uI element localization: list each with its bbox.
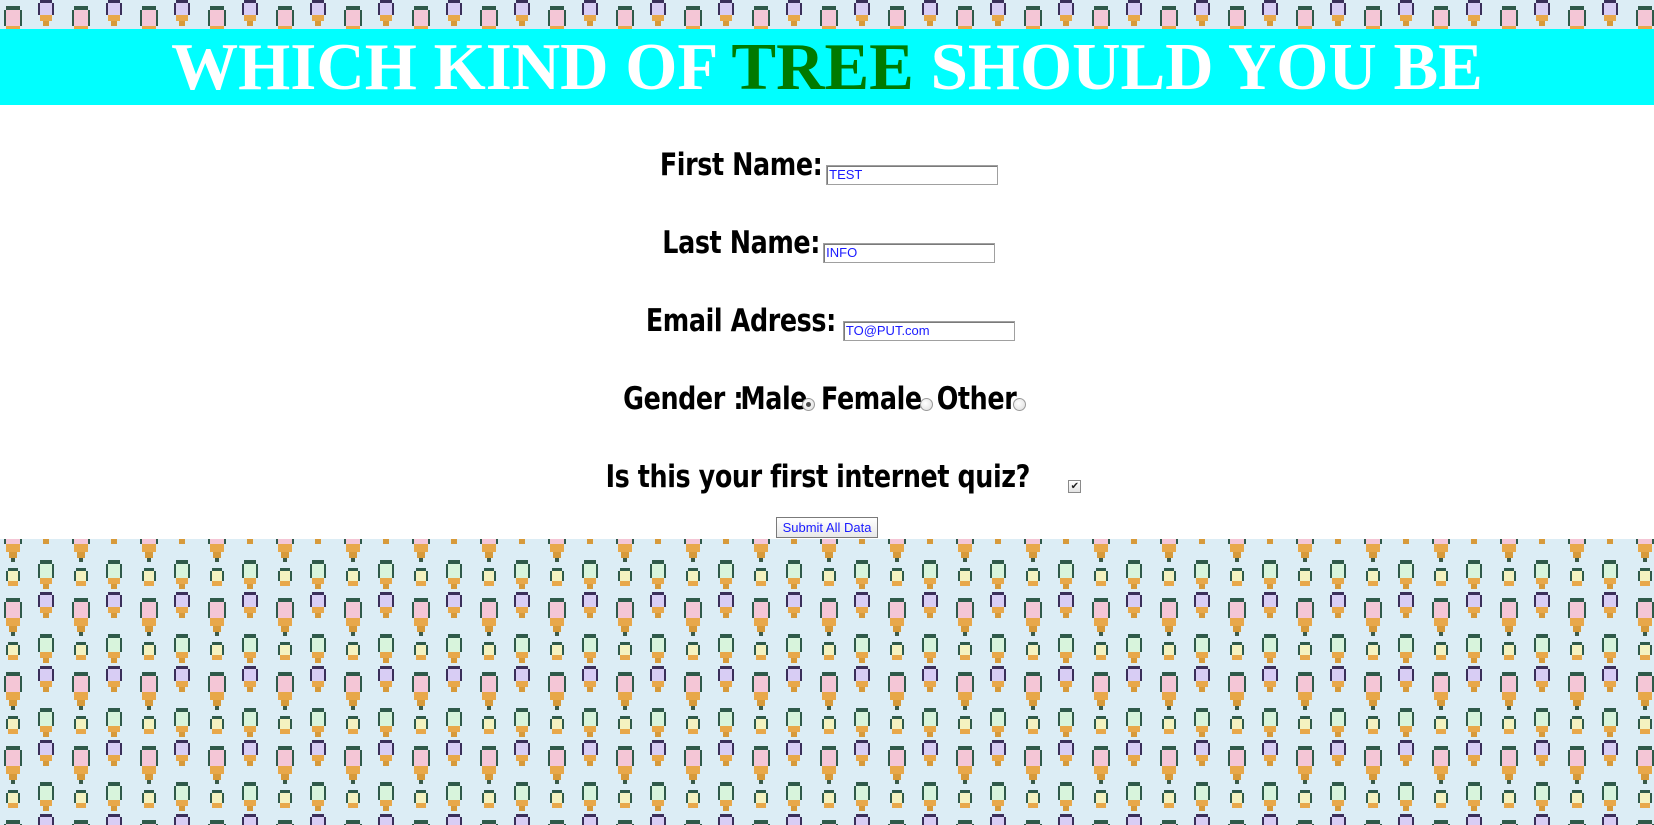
email-field[interactable] [842,320,1015,341]
first-name-label: First Name: [659,147,823,183]
quiz-form: First Name: Last Name: Email Adress: Gen… [0,105,1654,539]
last-name-field[interactable] [823,242,996,263]
submit-row: Submit All Data [0,517,1654,538]
gender-option-female-label: Female [820,381,922,417]
title-after: SHOULD YOU BE [930,30,1483,104]
gender-option-male-label: Male [740,381,807,417]
first-quiz-checkbox[interactable]: ✔ [1068,480,1082,493]
email-label: Email Adress: [645,303,837,339]
last-name-label: Last Name: [662,225,820,261]
email-row: Email Adress: [0,303,1654,341]
first-quiz-row: Is this your first internet quiz? ✔ [0,459,1654,495]
gender-other-radio[interactable] [1012,398,1026,411]
title-before: WHICH KIND OF [171,30,716,104]
gender-row: Gender : Male Female Other [0,381,1654,417]
first-name-row: First Name: [0,147,1654,185]
gender-female-radio[interactable] [920,398,934,411]
last-name-row: Last Name: [0,225,1654,263]
title-banner: WHICH KIND OF TREE SHOULD YOU BE [0,29,1654,105]
first-name-field[interactable] [826,164,999,185]
gender-male-radio[interactable] [802,398,816,411]
gender-option-other-label: Other [936,381,1017,417]
first-quiz-label: Is this your first internet quiz? [605,459,1030,495]
gender-label: Gender : [623,381,744,417]
page-title: WHICH KIND OF TREE SHOULD YOU BE [0,29,1654,105]
submit-button[interactable]: Submit All Data [775,517,879,538]
title-accent-tree: TREE [731,30,914,104]
